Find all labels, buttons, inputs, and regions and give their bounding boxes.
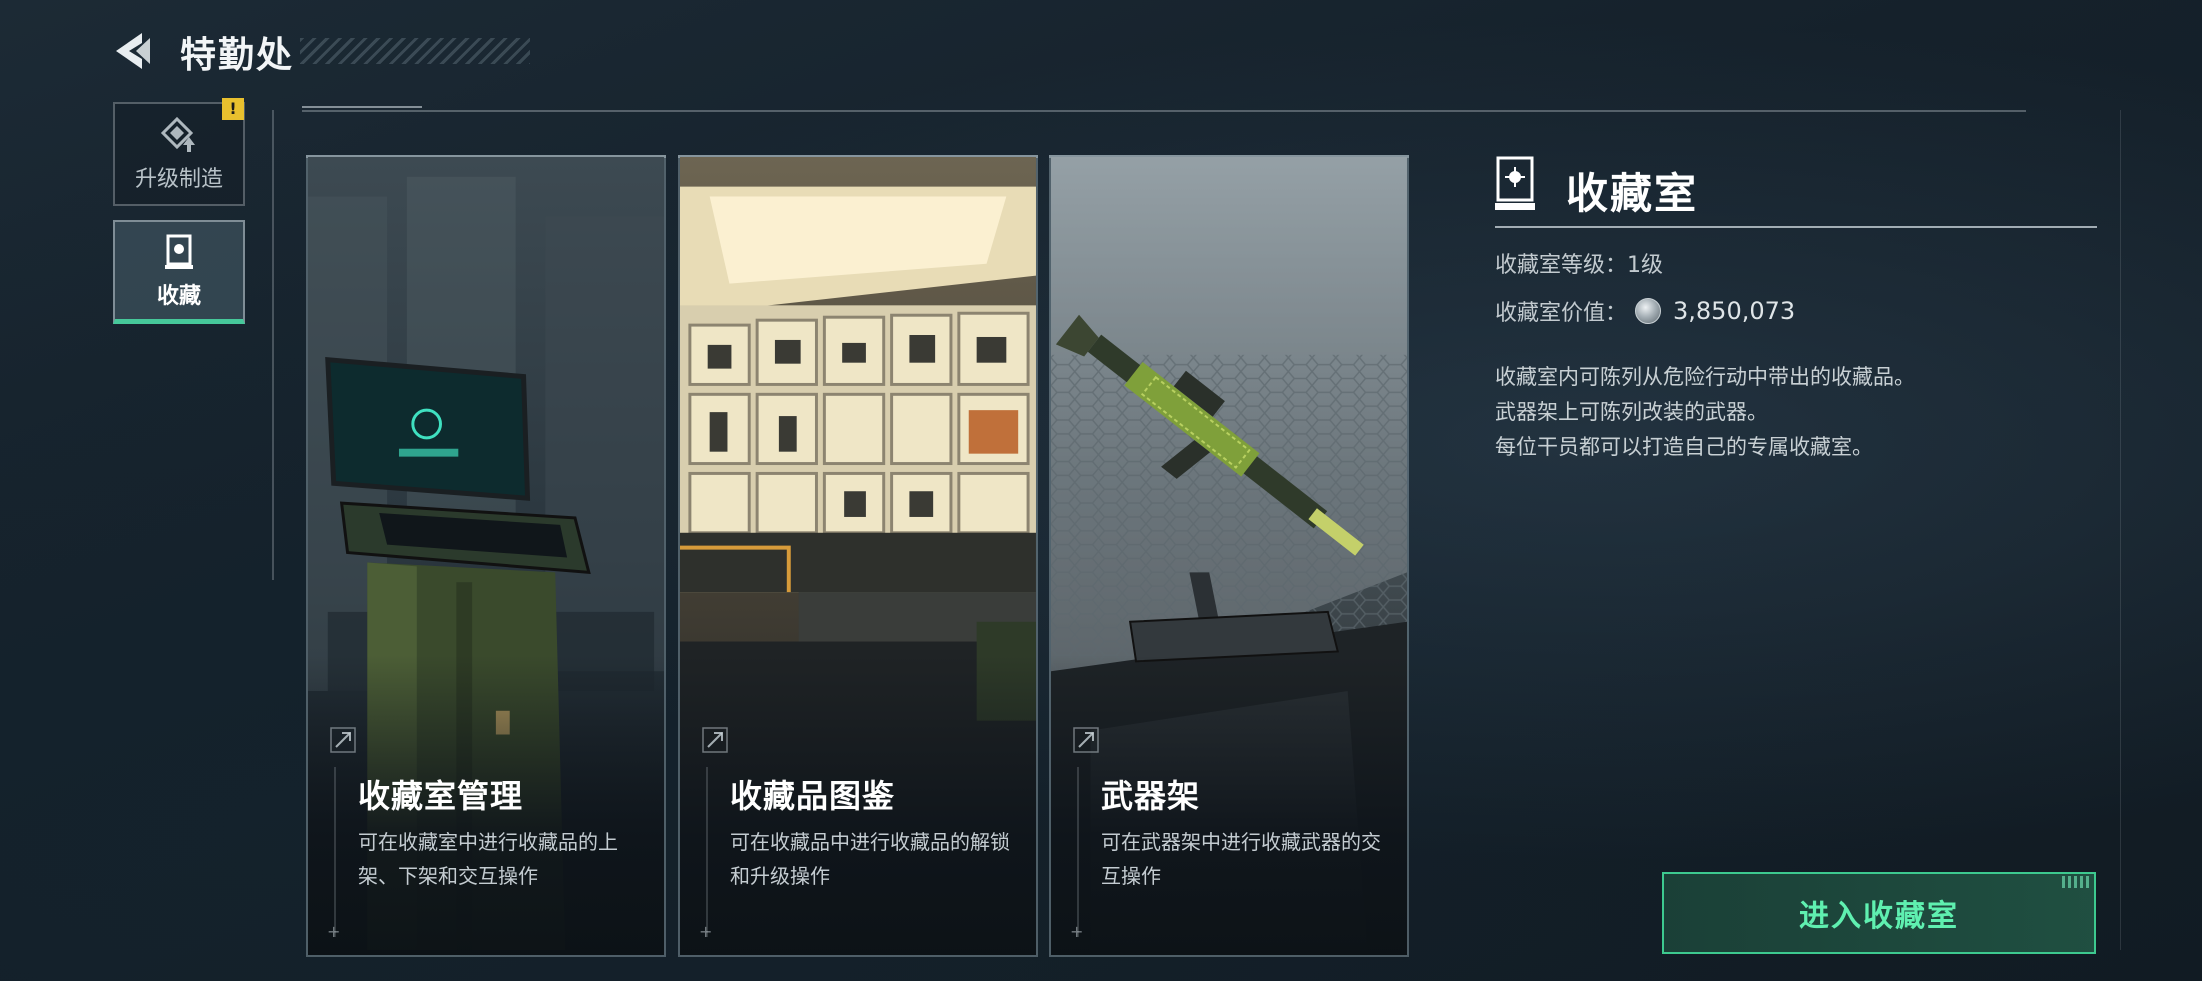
collection-room-value-label: 收藏室价值： <box>1495 301 1628 326</box>
card-title: 武器架 <box>1101 777 1201 815</box>
collection-room-icon <box>1495 156 1535 210</box>
top-divider <box>302 110 2026 112</box>
upgrade-craft-icon <box>160 116 195 152</box>
card-weapon-rack[interactable]: 武器架 可在武器架中进行收藏武器的交互操作 + <box>1049 155 1409 957</box>
info-title: 收藏室 <box>1566 169 1699 218</box>
collection-icon <box>165 234 193 269</box>
right-rail <box>2120 110 2121 950</box>
card-title: 收藏品图鉴 <box>730 777 896 815</box>
expand-arrow-icon <box>330 727 356 753</box>
card-collectibles-catalog[interactable]: 收藏品图鉴 可在收藏品中进行收藏品的解锁和升级操作 + <box>678 155 1038 957</box>
enter-collection-room-button[interactable]: 进入收藏室 <box>1662 872 2096 954</box>
plus-icon: + <box>699 922 713 941</box>
side-rail <box>272 110 274 580</box>
info-description-line: 每位干员都可以打造自己的专属收藏室。 <box>1495 435 1873 459</box>
top-divider-accent <box>302 106 422 108</box>
info-description: 收藏室内可陈列从危险行动中带出的收藏品。 武器架上可陈列改装的武器。 每位干员都… <box>1495 360 2055 465</box>
tab-collection-label: 收藏 <box>156 283 201 309</box>
info-description-line: 收藏室内可陈列从危险行动中带出的收藏品。 <box>1495 365 1915 389</box>
collection-room-level: 收藏室等级：1级 <box>1495 253 1663 278</box>
card-description: 可在收藏室中进行收藏品的上架、下架和交互操作 <box>358 830 618 888</box>
plus-icon: + <box>1070 922 1084 941</box>
expand-arrow-icon <box>702 727 728 753</box>
card-description: 可在收藏品中进行收藏品的解锁和升级操作 <box>730 830 1010 888</box>
info-divider <box>1495 226 2097 228</box>
expand-arrow-icon <box>1073 727 1099 753</box>
info-description-line: 武器架上可陈列改装的武器。 <box>1495 400 1768 424</box>
title-decoration <box>300 38 530 64</box>
alert-badge: ! <box>222 98 244 120</box>
card-title: 收藏室管理 <box>358 777 524 815</box>
button-corner-decoration <box>2062 876 2092 888</box>
collection-room-value: 3,850,073 <box>1673 297 1796 325</box>
plus-icon: + <box>327 922 341 941</box>
page-title: 特勤处 <box>180 35 295 76</box>
card-accent-line <box>334 767 336 937</box>
tab-upgrade-craft-label: 升级制造 <box>134 167 223 192</box>
back-arrow-icon[interactable] <box>112 30 154 72</box>
tab-collection[interactable]: 收藏 <box>113 220 245 324</box>
card-accent-line <box>706 767 708 937</box>
collection-room-value-row: 收藏室价值： 3,850,073 <box>1495 295 1795 327</box>
currency-coin-icon <box>1635 298 1662 324</box>
card-collection-room-management[interactable]: 收藏室管理 可在收藏室中进行收藏品的上架、下架和交互操作 + <box>306 155 666 957</box>
card-accent-line <box>1077 767 1079 937</box>
card-description: 可在武器架中进行收藏武器的交互操作 <box>1101 830 1381 888</box>
